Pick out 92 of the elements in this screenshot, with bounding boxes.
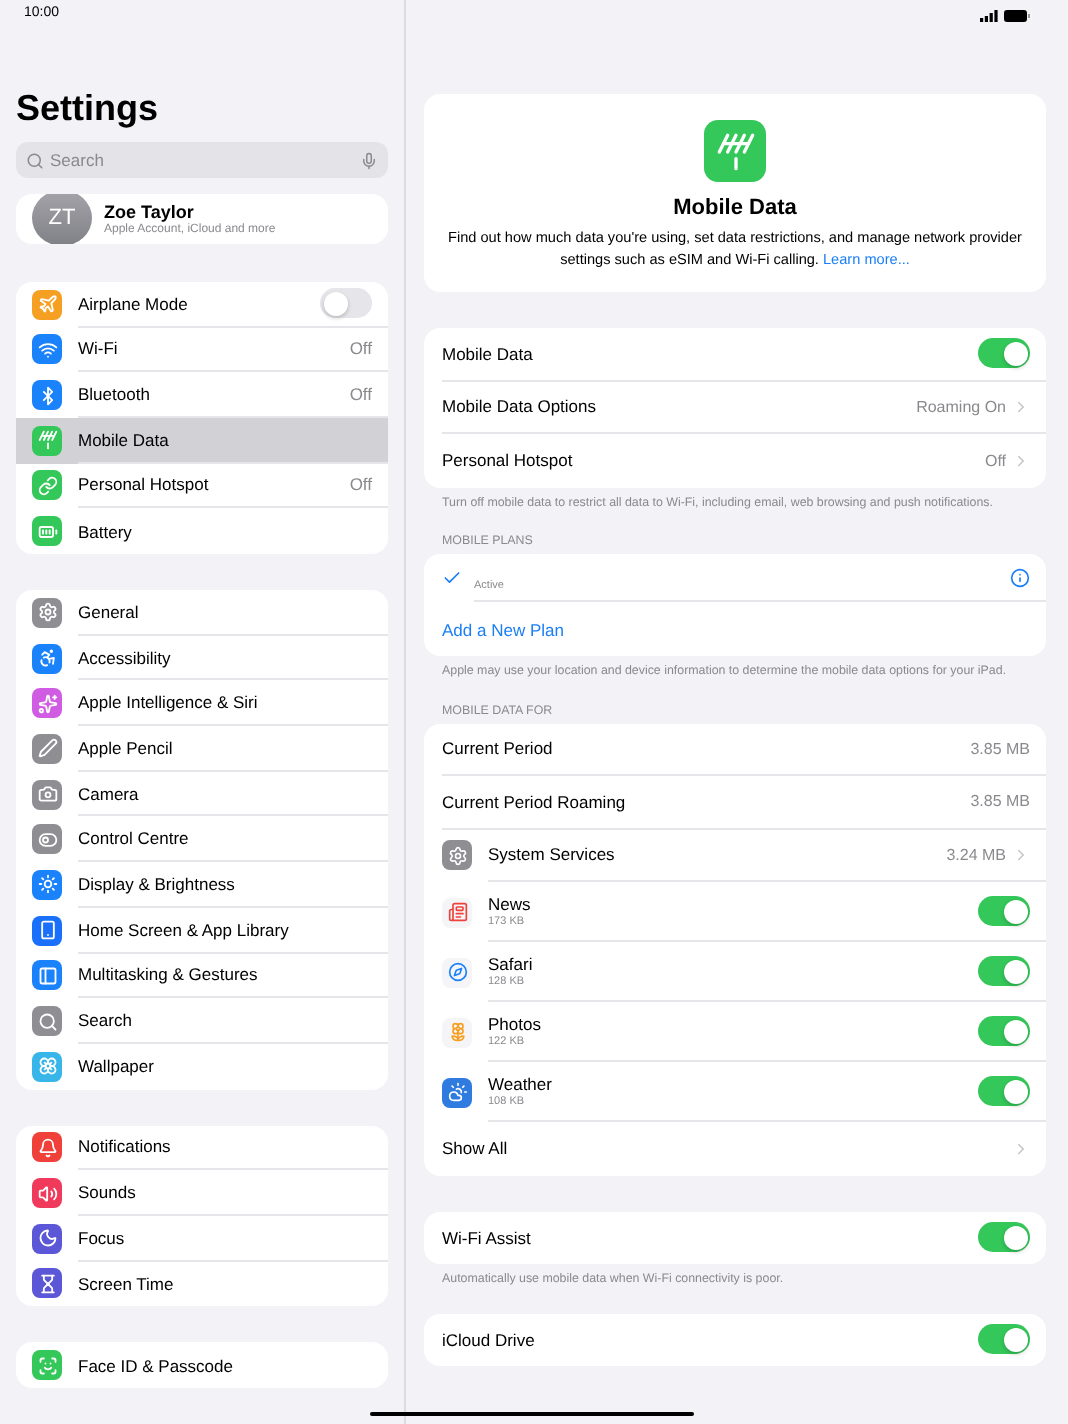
profile-name: Zoe Taylor xyxy=(104,201,196,222)
row-label: Current Period Roaming xyxy=(442,791,628,812)
info-icon[interactable] xyxy=(1010,567,1030,588)
sidebar-item[interactable]: Mobile Data xyxy=(16,417,388,464)
toggle-switch[interactable] xyxy=(978,1016,1030,1046)
row-label: Mobile Data xyxy=(442,343,535,364)
sidebar-label: Control Centre xyxy=(78,828,191,849)
sidebar-label: Apple Pencil xyxy=(78,737,175,758)
row-label: Personal Hotspot xyxy=(442,450,575,471)
toggle-switch[interactable] xyxy=(978,956,1030,986)
sidebar-item[interactable]: Apple Intelligence & Siri xyxy=(16,680,388,727)
row-label: Current Period xyxy=(442,738,555,759)
sidebar-label: Apple Intelligence & Siri xyxy=(78,692,260,713)
app-name: Safari xyxy=(488,954,535,974)
sidebar-item[interactable]: Apple Pencil xyxy=(16,726,388,772)
sidebar-label: Display & Brightness xyxy=(78,873,237,894)
page-title: Settings xyxy=(16,88,161,130)
sidebar-item[interactable]: Wi-Fi Off xyxy=(16,327,388,373)
sidebar-label: General xyxy=(78,601,141,622)
add-plan-link[interactable]: Add a New Plan xyxy=(442,619,564,640)
row-label: Show All xyxy=(442,1138,510,1159)
row-label: iCloud Drive xyxy=(442,1329,537,1350)
sidebar-item[interactable]: Camera xyxy=(16,771,388,817)
microphone-icon xyxy=(360,151,378,169)
chevron-icon xyxy=(1012,397,1030,416)
row-value: Off xyxy=(984,451,1006,470)
search-field[interactable]: Search xyxy=(16,142,388,178)
sidebar-item[interactable]: General xyxy=(16,590,388,636)
sidebar-item[interactable]: Airplane Mode xyxy=(16,281,388,328)
sidebar-label: Wallpaper xyxy=(78,1056,156,1077)
sidebar-item[interactable]: Focus xyxy=(16,1215,388,1262)
sidebar-item[interactable]: Personal Hotspot Off xyxy=(16,463,388,509)
sidebar-item[interactable]: Control Centre xyxy=(16,816,388,863)
row-label: System Services xyxy=(488,844,617,865)
antenna-icon xyxy=(704,120,766,182)
row-label: Wi-Fi Assist xyxy=(442,1227,533,1248)
list-row[interactable]: Mobile Data Options Roaming On xyxy=(424,381,1046,435)
toggle-switch[interactable] xyxy=(978,1222,1030,1253)
toggle-switch[interactable] xyxy=(320,288,372,319)
list-row[interactable]: Personal Hotspot Off xyxy=(424,434,1046,488)
sidebar-item[interactable]: Screen Time xyxy=(16,1261,388,1307)
sidebar-item[interactable]: Battery xyxy=(16,508,388,554)
chevron-icon xyxy=(1012,1139,1030,1158)
setting-value: Off xyxy=(349,338,372,359)
row-value: Roaming On xyxy=(916,397,1006,416)
sidebar-item[interactable]: Wallpaper xyxy=(16,1043,388,1090)
search-icon xyxy=(26,151,44,169)
sidebar-item[interactable]: Face ID & Passcode xyxy=(16,1342,388,1388)
row-label: Mobile Data Options xyxy=(442,396,599,417)
sidebar-label: Camera xyxy=(78,783,141,804)
sidebar-label: Airplane Mode xyxy=(78,293,190,314)
header-title: Mobile Data xyxy=(673,196,797,220)
sidebar-label: Screen Time xyxy=(78,1273,176,1294)
row-value: 3.24 MB xyxy=(946,845,1006,864)
sidebar-item[interactable]: Home Screen & App Library xyxy=(16,907,388,953)
setting-value: Off xyxy=(349,474,372,495)
sidebar-label: Multitasking & Gestures xyxy=(78,964,260,985)
toggle-switch[interactable] xyxy=(978,1324,1030,1355)
sidebar-label: Wi-Fi xyxy=(78,338,120,359)
app-name: Photos xyxy=(488,1014,543,1034)
setting-value: Off xyxy=(349,384,372,405)
sidebar-label: Face ID & Passcode xyxy=(78,1355,235,1376)
sidebar-item[interactable]: Multitasking & Gestures xyxy=(16,953,388,999)
sidebar-label: Focus xyxy=(78,1227,127,1248)
app-name: News xyxy=(488,894,533,914)
chevron-icon xyxy=(1012,845,1030,864)
toggle-switch[interactable] xyxy=(978,896,1030,926)
sidebar-label: Sounds xyxy=(78,1182,138,1203)
sidebar-label: Personal Hotspot xyxy=(78,474,211,495)
sidebar-item[interactable]: Accessibility xyxy=(16,635,388,681)
sidebar-label: Accessibility xyxy=(78,647,173,668)
sidebar-label: Notifications xyxy=(78,1136,173,1157)
row-value: 3.85 MB xyxy=(970,739,1030,758)
battery-icon xyxy=(1004,10,1030,22)
chevron-icon xyxy=(1012,451,1030,470)
toggle-switch[interactable] xyxy=(978,1076,1030,1106)
toggle-switch[interactable] xyxy=(978,338,1030,369)
avatar: ZT xyxy=(32,194,92,244)
sidebar-label: Bluetooth xyxy=(78,384,152,405)
sidebar-item[interactable]: Search xyxy=(16,998,388,1044)
list-row[interactable]: Show All xyxy=(424,1122,1046,1175)
row-value: 3.85 MB xyxy=(970,792,1030,811)
usage-row[interactable]: System Services 3.24 MB xyxy=(424,829,1046,882)
app-name: Weather xyxy=(488,1074,554,1094)
sidebar-item[interactable]: Sounds xyxy=(16,1170,388,1216)
sidebar-label: Search xyxy=(78,1010,134,1031)
sidebar-item[interactable]: Display & Brightness xyxy=(16,862,388,908)
sidebar-item[interactable]: Notifications xyxy=(16,1125,388,1171)
sidebar-label: Battery xyxy=(78,521,134,542)
sidebar-label: Mobile Data xyxy=(78,429,171,450)
sidebar-label: Home Screen & App Library xyxy=(78,919,291,940)
signal-icon xyxy=(980,10,998,22)
